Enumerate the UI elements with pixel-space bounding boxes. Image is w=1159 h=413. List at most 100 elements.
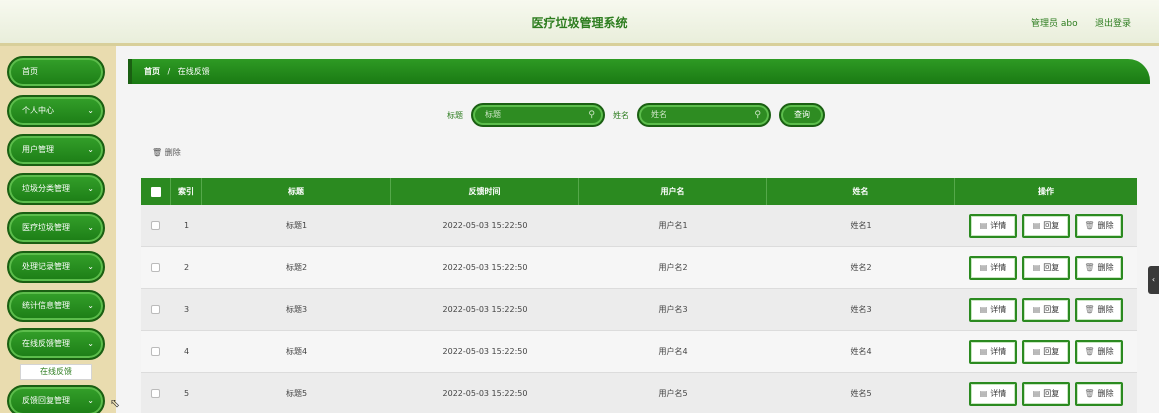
sidebar-item-user-management[interactable]: 用户管理 ⌄ <box>7 134 105 166</box>
query-button[interactable]: 查询 <box>779 103 825 127</box>
row-checkbox[interactable] <box>151 389 160 398</box>
batch-delete-label: 删除 <box>164 148 181 157</box>
delete-label: 删除 <box>1097 221 1114 230</box>
edit-icon: ▤ <box>1032 347 1041 356</box>
detail-label: 详情 <box>990 305 1007 314</box>
sidebar-item-label: 反馈回复管理 <box>22 396 70 405</box>
reply-button[interactable]: ▤ 回复 <box>1022 340 1070 364</box>
title-cell: 标题1 <box>285 221 308 230</box>
breadcrumb-separator: / <box>167 67 171 76</box>
username-cell: 用户名2 <box>658 263 688 272</box>
reply-button[interactable]: ▤ 回复 <box>1022 214 1070 238</box>
name-cell: 姓名3 <box>850 305 872 314</box>
title-cell: 标题4 <box>285 347 308 356</box>
sidebar-item-processing-records[interactable]: 处理记录管理 ⌄ <box>7 251 105 283</box>
sidebar-item-online-feedback[interactable]: 在线反馈管理 ⌄ <box>7 328 105 360</box>
reply-button[interactable]: ▤ 回复 <box>1022 298 1070 322</box>
title-cell: 标题3 <box>285 305 308 314</box>
detail-button[interactable]: ▤ 详情 <box>969 382 1017 406</box>
index-cell: 4 <box>183 347 190 356</box>
reply-button[interactable]: ▤ 回复 <box>1022 256 1070 280</box>
delete-button[interactable]: 🗑 删除 <box>1075 256 1123 280</box>
table-row: 2 标题2 2022-05-03 15:22:50 用户名2 姓名2 ▤ 详情 ▤… <box>141 247 1137 289</box>
document-icon: ▤ <box>979 347 988 356</box>
detail-button[interactable]: ▤ 详情 <box>969 256 1017 280</box>
delete-button[interactable]: 🗑 删除 <box>1075 214 1123 238</box>
time-cell: 2022-05-03 15:22:50 <box>442 263 528 272</box>
chevron-down-icon: ⌄ <box>87 396 94 405</box>
column-header: 操作 <box>1038 187 1054 196</box>
chevron-left-icon[interactable]: ‹ <box>1148 266 1159 294</box>
app-title: 医疗垃圾管理系统 <box>531 16 628 30</box>
table-row: 5 标题5 2022-05-03 15:22:50 用户名5 姓名5 ▤ 详情 ▤… <box>141 373 1137 413</box>
time-cell: 2022-05-03 15:22:50 <box>442 305 528 314</box>
name-search-label: 姓名 <box>613 111 629 120</box>
row-checkbox[interactable] <box>151 221 160 230</box>
select-all-checkbox[interactable] <box>151 187 161 197</box>
reply-label: 回复 <box>1043 347 1060 356</box>
breadcrumb: 首页 / 在线反馈 <box>128 59 1150 84</box>
sidebar-item-home[interactable]: 首页 <box>7 56 105 88</box>
reply-label: 回复 <box>1043 305 1060 314</box>
title-search-label: 标题 <box>447 111 463 120</box>
sidebar-item-label: 处理记录管理 <box>22 262 70 271</box>
table-header: 索引 标题 反馈时间 用户名 姓名 操作 <box>141 178 1137 205</box>
sidebar-item-label: 个人中心 <box>22 106 54 115</box>
document-icon: ▤ <box>979 263 988 272</box>
title-search-input[interactable]: 标题 ⚲ <box>471 103 605 127</box>
username-cell: 用户名5 <box>658 389 688 398</box>
sidebar-item-label: 用户管理 <box>22 145 54 154</box>
row-checkbox[interactable] <box>151 305 160 314</box>
sidebar-item-feedback-reply[interactable]: 反馈回复管理 ⌄ <box>7 385 105 413</box>
delete-button[interactable]: 🗑 删除 <box>1075 382 1123 406</box>
title-search-placeholder: 标题 <box>485 110 501 119</box>
chevron-down-icon: ⌄ <box>87 184 94 193</box>
delete-label: 删除 <box>1097 263 1114 272</box>
logout-link[interactable]: 退出登录 <box>1095 16 1131 29</box>
batch-delete-button[interactable]: 🗑 删除 <box>152 147 181 158</box>
detail-button[interactable]: ▤ 详情 <box>969 298 1017 322</box>
column-header: 用户名 <box>579 178 767 205</box>
trash-icon: 🗑 <box>1084 389 1095 398</box>
sidebar-item-personal-center[interactable]: 个人中心 ⌄ <box>7 95 105 127</box>
time-cell: 2022-05-03 15:22:50 <box>442 389 528 398</box>
trash-icon: 🗑 <box>1084 305 1095 314</box>
sidebar-item-label: 统计信息管理 <box>22 301 70 310</box>
row-checkbox[interactable] <box>151 347 160 356</box>
chevron-down-icon: ⌄ <box>87 301 94 310</box>
trash-icon: 🗑 <box>1084 347 1095 356</box>
index-cell: 1 <box>183 221 190 230</box>
reply-label: 回复 <box>1043 389 1060 398</box>
reply-button[interactable]: ▤ 回复 <box>1022 382 1070 406</box>
sidebar-item-waste-category[interactable]: 垃圾分类管理 ⌄ <box>7 173 105 205</box>
chevron-down-icon: ⌄ <box>87 339 94 348</box>
chevron-down-icon: ⌄ <box>87 262 94 271</box>
index-cell: 5 <box>183 389 190 398</box>
sidebar-item-medical-waste[interactable]: 医疗垃圾管理 ⌄ <box>7 212 105 244</box>
mouse-cursor-icon: ⬁ <box>110 396 121 410</box>
breadcrumb-home[interactable]: 首页 <box>144 67 160 76</box>
sidebar-item-statistics[interactable]: 统计信息管理 ⌄ <box>7 290 105 322</box>
edit-icon: ▤ <box>1032 221 1041 230</box>
name-cell: 姓名5 <box>850 389 872 398</box>
sidebar-item-label: 医疗垃圾管理 <box>22 223 70 232</box>
document-icon: ▤ <box>979 305 988 314</box>
name-search-input[interactable]: 姓名 ⚲ <box>637 103 771 127</box>
table-row: 3 标题3 2022-05-03 15:22:50 用户名3 姓名3 ▤ 详情 ▤… <box>141 289 1137 331</box>
top-bar: 医疗垃圾管理系统 管理员 abo 退出登录 <box>0 0 1159 46</box>
search-icon: ⚲ <box>588 110 595 120</box>
detail-label: 详情 <box>990 347 1007 356</box>
name-cell: 姓名1 <box>850 221 872 230</box>
delete-button[interactable]: 🗑 删除 <box>1075 298 1123 322</box>
chevron-down-icon: ⌄ <box>87 223 94 232</box>
detail-button[interactable]: ▤ 详情 <box>969 214 1017 238</box>
row-checkbox[interactable] <box>151 263 160 272</box>
sidebar: 首页 个人中心 ⌄ 用户管理 ⌄ 垃圾分类管理 ⌄ 医疗垃圾管理 ⌄ 处理记录管… <box>0 46 116 413</box>
sidebar-item-label: 首页 <box>22 67 38 76</box>
sidebar-subitem-online-feedback[interactable]: 在线反馈 <box>20 364 92 380</box>
table-row: 1 标题1 2022-05-03 15:22:50 用户名1 姓名1 ▤ 详情 ▤… <box>141 205 1137 247</box>
username-cell: 用户名4 <box>658 347 688 356</box>
detail-button[interactable]: ▤ 详情 <box>969 340 1017 364</box>
table-row: 4 标题4 2022-05-03 15:22:50 用户名4 姓名4 ▤ 详情 ▤… <box>141 331 1137 373</box>
delete-button[interactable]: 🗑 删除 <box>1075 340 1123 364</box>
